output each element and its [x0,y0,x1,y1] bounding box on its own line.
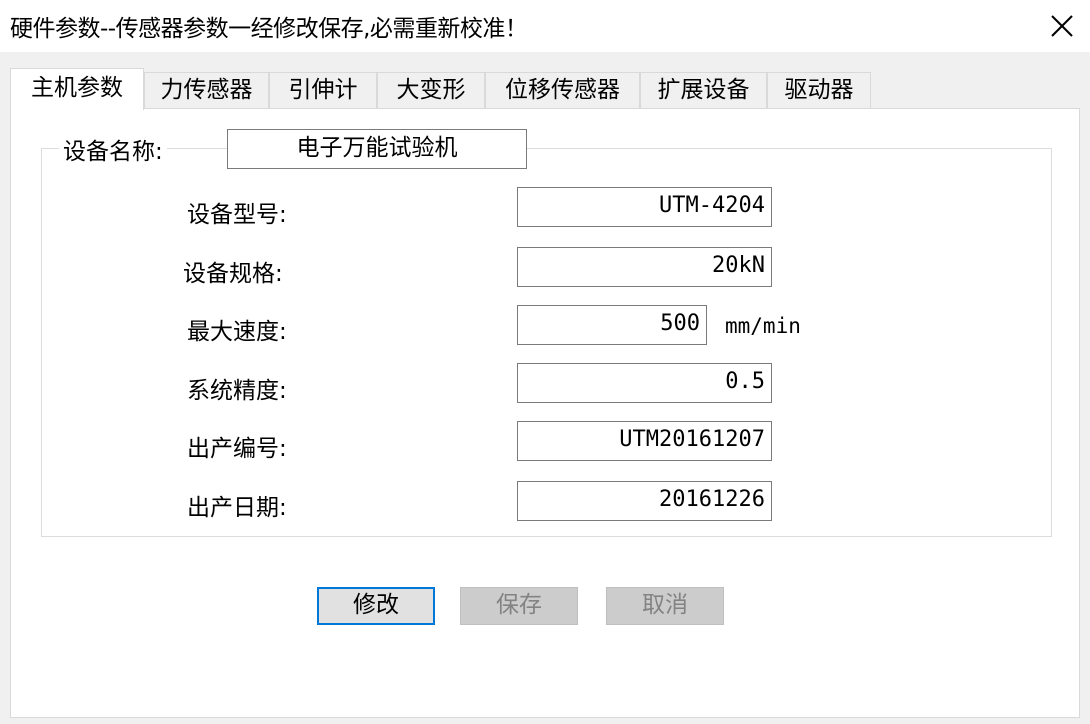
accuracy-input[interactable]: 0.5 [517,363,772,403]
close-button[interactable] [1032,0,1090,52]
max-speed-unit: mm/min [725,314,801,338]
production-date-input[interactable]: 20161226 [517,481,772,521]
tab-large-deformation[interactable]: 大变形 [377,72,485,108]
production-date-label: 出产日期: [187,495,287,521]
tab-host-params[interactable]: 主机参数 [10,68,144,110]
tab-displacement-sensor[interactable]: 位移传感器 [485,72,640,108]
device-name-label: 设备名称: [59,132,167,166]
model-input[interactable]: UTM-4204 [517,187,772,227]
max-speed-input[interactable]: 500 [517,305,707,345]
hardware-params-dialog: 硬件参数--传感器参数一经修改保存,必需重新校准！ 主机参数 力传感器 引伸计 … [0,0,1090,724]
modify-button[interactable]: 修改 [317,587,435,625]
spec-label: 设备规格: [183,261,283,287]
max-speed-label: 最大速度: [187,319,287,345]
accuracy-label: 系统精度: [187,378,287,404]
serial-number-label: 出产编号: [187,436,287,462]
tab-extension-device[interactable]: 扩展设备 [640,72,767,108]
device-name-field[interactable]: 电子万能试验机 [227,129,527,169]
spec-input[interactable]: 20kN [517,247,772,287]
window-title: 硬件参数--传感器参数一经修改保存,必需重新校准！ [10,16,528,42]
title-bar: 硬件参数--传感器参数一经修改保存,必需重新校准！ [0,0,1090,52]
serial-number-input[interactable]: UTM20161207 [517,421,772,461]
model-label: 设备型号: [187,202,287,228]
tab-force-sensor[interactable]: 力传感器 [144,72,269,108]
tab-extensometer[interactable]: 引伸计 [269,72,377,108]
host-params-panel: 设备名称: 电子万能试验机 设备型号: UTM-4204 设备规格: 20kN … [10,108,1080,718]
tab-driver[interactable]: 驱动器 [767,72,871,108]
save-button[interactable]: 保存 [460,587,578,625]
cancel-button[interactable]: 取消 [606,587,724,625]
close-icon [1051,15,1073,37]
